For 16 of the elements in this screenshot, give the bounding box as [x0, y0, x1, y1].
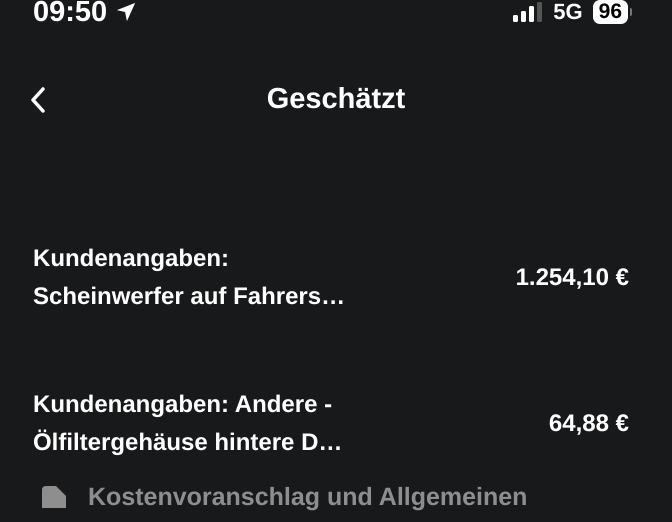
item-description: Ölfiltergehäuse hintere D…	[33, 428, 342, 458]
page-title: Geschätzt	[266, 82, 406, 118]
item-description: Kundenangaben:	[33, 244, 230, 274]
location-arrow-icon	[115, 1, 138, 23]
battery-indicator: 96	[592, 0, 628, 24]
clock: 09:50	[33, 0, 108, 26]
estimate-row[interactable]: Kundenangaben: Andere - Ölfiltergehäuse hintere D… 64,88 €	[0, 388, 672, 460]
item-amount: 64,88 €	[548, 409, 629, 439]
signal-icon	[513, 2, 544, 22]
network-label: 5G	[553, 1, 583, 23]
estimate-row[interactable]: Kundenangaben: Scheinwerfer auf Fahrers… 1.254,10 €	[0, 242, 672, 314]
item-description: Scheinwerfer auf Fahrers…	[33, 282, 346, 312]
back-icon[interactable]	[28, 86, 48, 114]
terms-link[interactable]: Kostenvoranschlag und Allgemeinen	[88, 478, 528, 516]
item-description: Kundenangaben: Andere -	[33, 390, 334, 420]
item-amount: 1.254,10 €	[516, 263, 629, 293]
